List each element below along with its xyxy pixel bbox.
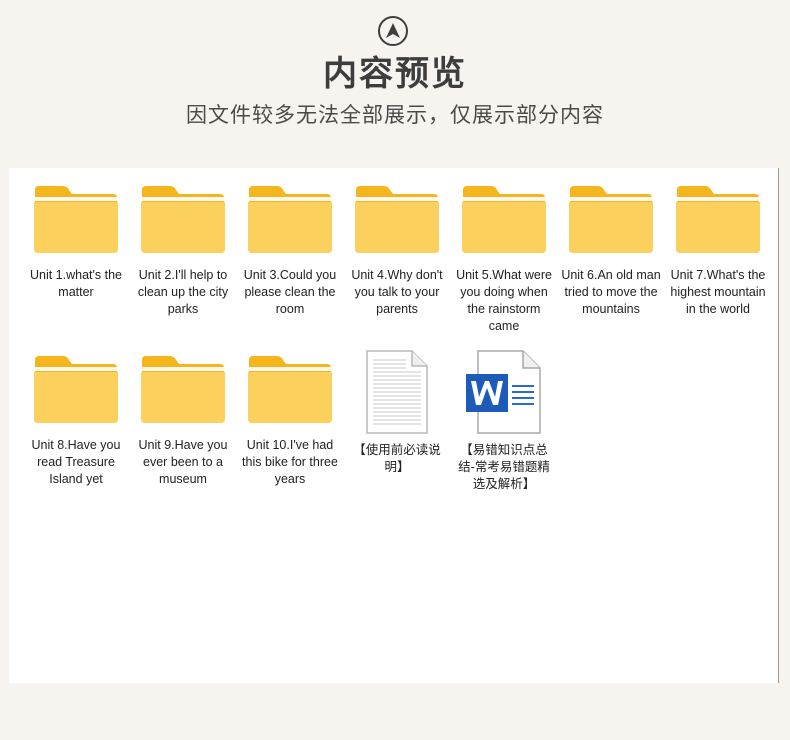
folder-icon: [462, 186, 546, 253]
folder-label: Unit 9.Have you ever been to a museum: [138, 438, 228, 486]
folder-label: Unit 6.An old man tried to move the moun…: [561, 268, 661, 316]
folder-item-unit-4[interactable]: Unit 4.Why don't you talk to your parent…: [347, 186, 447, 318]
folder-item-unit-6[interactable]: Unit 6.An old man tried to move the moun…: [561, 186, 661, 318]
folder-item-unit-8[interactable]: Unit 8.Have you read Treasure Island yet: [26, 356, 126, 488]
folder-label: Unit 2.I'll help to clean up the city pa…: [137, 268, 229, 316]
folder-label: Unit 10.I've had this bike for three yea…: [242, 438, 338, 486]
file-label: 【使用前必读说明】: [353, 443, 441, 474]
folder-icon: [34, 186, 118, 253]
folder-label: Unit 4.Why don't you talk to your parent…: [351, 268, 443, 316]
folder-label: Unit 5.What were you doing when the rain…: [456, 268, 552, 333]
word-document-icon: [466, 350, 541, 434]
page-subtitle: 因文件较多无法全部展示，仅展示部分内容: [186, 104, 604, 127]
folder-icon: [248, 186, 332, 253]
folder-item-unit-1[interactable]: Unit 1.what's the matter: [26, 186, 126, 301]
text-document-icon: [366, 350, 428, 434]
folder-item-unit-3[interactable]: Unit 3.Could you please clean the room: [240, 186, 340, 318]
folder-label: Unit 8.Have you read Treasure Island yet: [31, 438, 121, 486]
folder-icon: [569, 186, 653, 253]
folder-icon: [355, 186, 439, 253]
folder-label: Unit 3.Could you please clean the room: [243, 268, 337, 316]
folder-icon: [676, 186, 760, 253]
folder-item-unit-10[interactable]: Unit 10.I've had this bike for three yea…: [240, 356, 340, 488]
file-item-word-summary[interactable]: 【易错知识点总结-常考易错题精选及解析】: [454, 350, 554, 493]
folder-icon: [141, 356, 225, 423]
folder-item-unit-5[interactable]: Unit 5.What were you doing when the rain…: [454, 186, 554, 335]
folder-label: Unit 7.What's the highest mountain in th…: [670, 268, 766, 316]
navigation-arrow-icon: [378, 16, 408, 46]
folder-label: Unit 1.what's the matter: [29, 268, 123, 299]
page-title: 内容预览: [323, 55, 467, 93]
page-header: 内容预览 因文件较多无法全部展示，仅展示部分内容: [0, 0, 790, 165]
folder-icon: [141, 186, 225, 253]
file-item-readme[interactable]: 【使用前必读说明】: [347, 350, 447, 476]
folder-item-unit-2[interactable]: Unit 2.I'll help to clean up the city pa…: [133, 186, 233, 318]
folder-item-unit-9[interactable]: Unit 9.Have you ever been to a museum: [133, 356, 233, 488]
folder-icon: [248, 356, 332, 423]
file-preview-panel: Unit 1.what's the matter Unit 2.I'll hel…: [9, 168, 779, 683]
folder-item-unit-7[interactable]: Unit 7.What's the highest mountain in th…: [668, 186, 768, 318]
file-label: 【易错知识点总结-常考易错题精选及解析】: [458, 443, 550, 491]
folder-icon: [34, 356, 118, 423]
